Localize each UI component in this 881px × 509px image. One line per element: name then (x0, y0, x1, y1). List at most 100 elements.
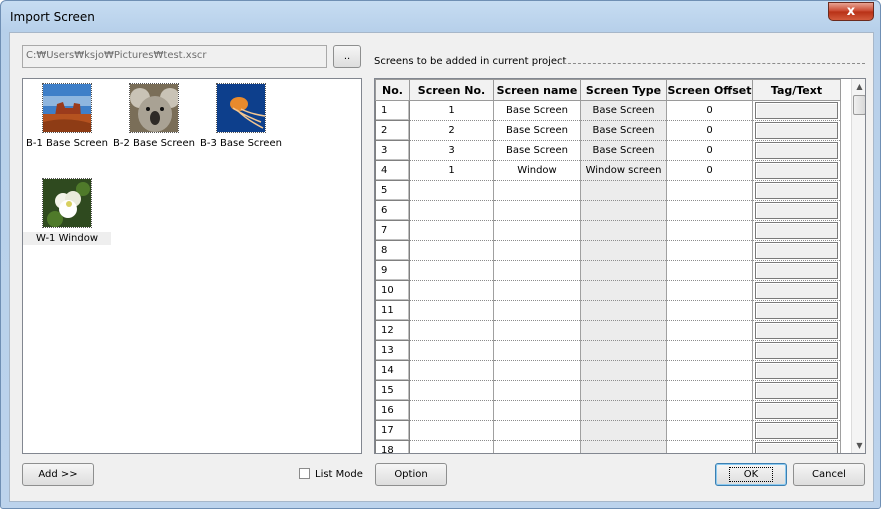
screen-offset-cell[interactable] (666, 260, 753, 281)
screen-offset-cell[interactable] (666, 360, 753, 381)
screen-no-cell[interactable]: 3 (409, 140, 494, 161)
screen-type-cell[interactable] (580, 340, 667, 361)
tag-text-button[interactable] (755, 422, 838, 439)
row-number-cell[interactable]: 17 (375, 420, 410, 441)
screen-no-cell[interactable] (409, 300, 494, 321)
screen-no-cell[interactable] (409, 180, 494, 201)
screen-no-cell[interactable] (409, 400, 494, 421)
table-row[interactable]: 3 3 Base Screen Base Screen 0 (375, 140, 841, 161)
screen-name-cell[interactable] (493, 360, 581, 381)
scrollbar-thumb[interactable] (853, 95, 865, 115)
screen-name-cell[interactable]: Base Screen (493, 140, 581, 161)
screen-offset-cell[interactable] (666, 440, 753, 453)
cancel-button[interactable]: Cancel (793, 463, 865, 486)
screen-thumbnail-list[interactable]: B-1 Base Screen B-2 Base Screen B-3 Base… (22, 78, 362, 454)
tag-text-button[interactable] (755, 442, 838, 453)
row-number-cell[interactable]: 5 (375, 180, 410, 201)
screen-name-cell[interactable] (493, 280, 581, 301)
screen-no-cell[interactable] (409, 380, 494, 401)
option-button[interactable]: Option (375, 463, 447, 486)
file-path-field[interactable]: C:₩Users₩ksjo₩Pictures₩test.xscr (22, 45, 327, 68)
row-number-cell[interactable]: 1 (375, 100, 410, 121)
screen-no-cell[interactable] (409, 280, 494, 301)
table-row[interactable]: 13 (375, 340, 841, 361)
screen-offset-cell[interactable] (666, 420, 753, 441)
thumbnail-item[interactable]: B-2 Base Screen (110, 83, 198, 150)
row-number-cell[interactable]: 15 (375, 380, 410, 401)
tag-text-button[interactable] (755, 202, 838, 219)
screen-type-cell[interactable] (580, 180, 667, 201)
screen-type-cell[interactable] (580, 420, 667, 441)
screen-name-cell[interactable] (493, 320, 581, 341)
tag-text-button[interactable] (755, 382, 838, 399)
column-header[interactable]: Screen No. (409, 79, 494, 101)
screen-offset-cell[interactable] (666, 240, 753, 261)
screen-type-cell[interactable]: Base Screen (580, 120, 667, 141)
screen-name-cell[interactable] (493, 240, 581, 261)
screen-name-cell[interactable] (493, 380, 581, 401)
tag-text-button[interactable] (755, 362, 838, 379)
screen-name-cell[interactable] (493, 220, 581, 241)
vertical-scrollbar[interactable]: ▲ ▼ (851, 79, 865, 453)
row-number-cell[interactable]: 11 (375, 300, 410, 321)
screen-no-cell[interactable] (409, 220, 494, 241)
table-row[interactable]: 2 2 Base Screen Base Screen 0 (375, 120, 841, 141)
table-row[interactable]: 16 (375, 400, 841, 421)
screen-name-cell[interactable] (493, 300, 581, 321)
table-row[interactable]: 6 (375, 200, 841, 221)
row-number-cell[interactable]: 12 (375, 320, 410, 341)
table-row[interactable]: 10 (375, 280, 841, 301)
tag-text-button[interactable] (755, 402, 838, 419)
column-header[interactable]: Screen Offset (666, 79, 753, 101)
row-number-cell[interactable]: 10 (375, 280, 410, 301)
screen-no-cell[interactable] (409, 440, 494, 453)
table-row[interactable]: 9 (375, 260, 841, 281)
row-number-cell[interactable]: 4 (375, 160, 410, 181)
screen-no-cell[interactable] (409, 360, 494, 381)
screen-name-cell[interactable] (493, 200, 581, 221)
screen-type-cell[interactable] (580, 300, 667, 321)
row-number-cell[interactable]: 16 (375, 400, 410, 421)
tag-text-button[interactable] (755, 342, 838, 359)
row-number-cell[interactable]: 18 (375, 440, 410, 453)
screen-type-cell[interactable] (580, 400, 667, 421)
screen-grid[interactable]: No. Screen No. Screen name Screen Type S… (374, 78, 866, 454)
title-bar[interactable]: Import Screen x (1, 1, 880, 31)
tag-text-button[interactable] (755, 262, 838, 279)
checkbox-icon[interactable] (299, 468, 310, 479)
screen-no-cell[interactable] (409, 340, 494, 361)
screen-no-cell[interactable] (409, 420, 494, 441)
thumbnail-item[interactable]: B-3 Base Screen (197, 83, 285, 150)
thumbnail-item[interactable]: W-1 Window (23, 178, 111, 245)
tag-text-button[interactable] (755, 182, 838, 199)
table-row[interactable]: 17 (375, 420, 841, 441)
table-row[interactable]: 11 (375, 300, 841, 321)
screen-type-cell[interactable] (580, 440, 667, 453)
tag-text-button[interactable] (755, 162, 838, 179)
screen-name-cell[interactable] (493, 180, 581, 201)
screen-name-cell[interactable]: Base Screen (493, 100, 581, 121)
screen-name-cell[interactable] (493, 340, 581, 361)
screen-offset-cell[interactable] (666, 180, 753, 201)
screen-type-cell[interactable]: Window screen (580, 160, 667, 181)
row-number-cell[interactable]: 14 (375, 360, 410, 381)
screen-offset-cell[interactable] (666, 320, 753, 341)
screen-offset-cell[interactable] (666, 340, 753, 361)
row-number-cell[interactable]: 8 (375, 240, 410, 261)
list-mode-checkbox[interactable]: List Mode (299, 468, 363, 480)
screen-offset-cell[interactable] (666, 280, 753, 301)
tag-text-button[interactable] (755, 322, 838, 339)
tag-text-button[interactable] (755, 142, 838, 159)
table-row[interactable]: 15 (375, 380, 841, 401)
screen-type-cell[interactable]: Base Screen (580, 100, 667, 121)
scroll-up-icon[interactable]: ▲ (852, 79, 865, 94)
column-header[interactable]: Screen Type (580, 79, 667, 101)
screen-no-cell[interactable] (409, 200, 494, 221)
tag-text-button[interactable] (755, 302, 838, 319)
row-number-cell[interactable]: 6 (375, 200, 410, 221)
tag-text-button[interactable] (755, 282, 838, 299)
thumbnail-item[interactable]: B-1 Base Screen (23, 83, 111, 150)
table-row[interactable]: 5 (375, 180, 841, 201)
tag-text-button[interactable] (755, 122, 838, 139)
add-button[interactable]: Add >> (22, 463, 94, 486)
